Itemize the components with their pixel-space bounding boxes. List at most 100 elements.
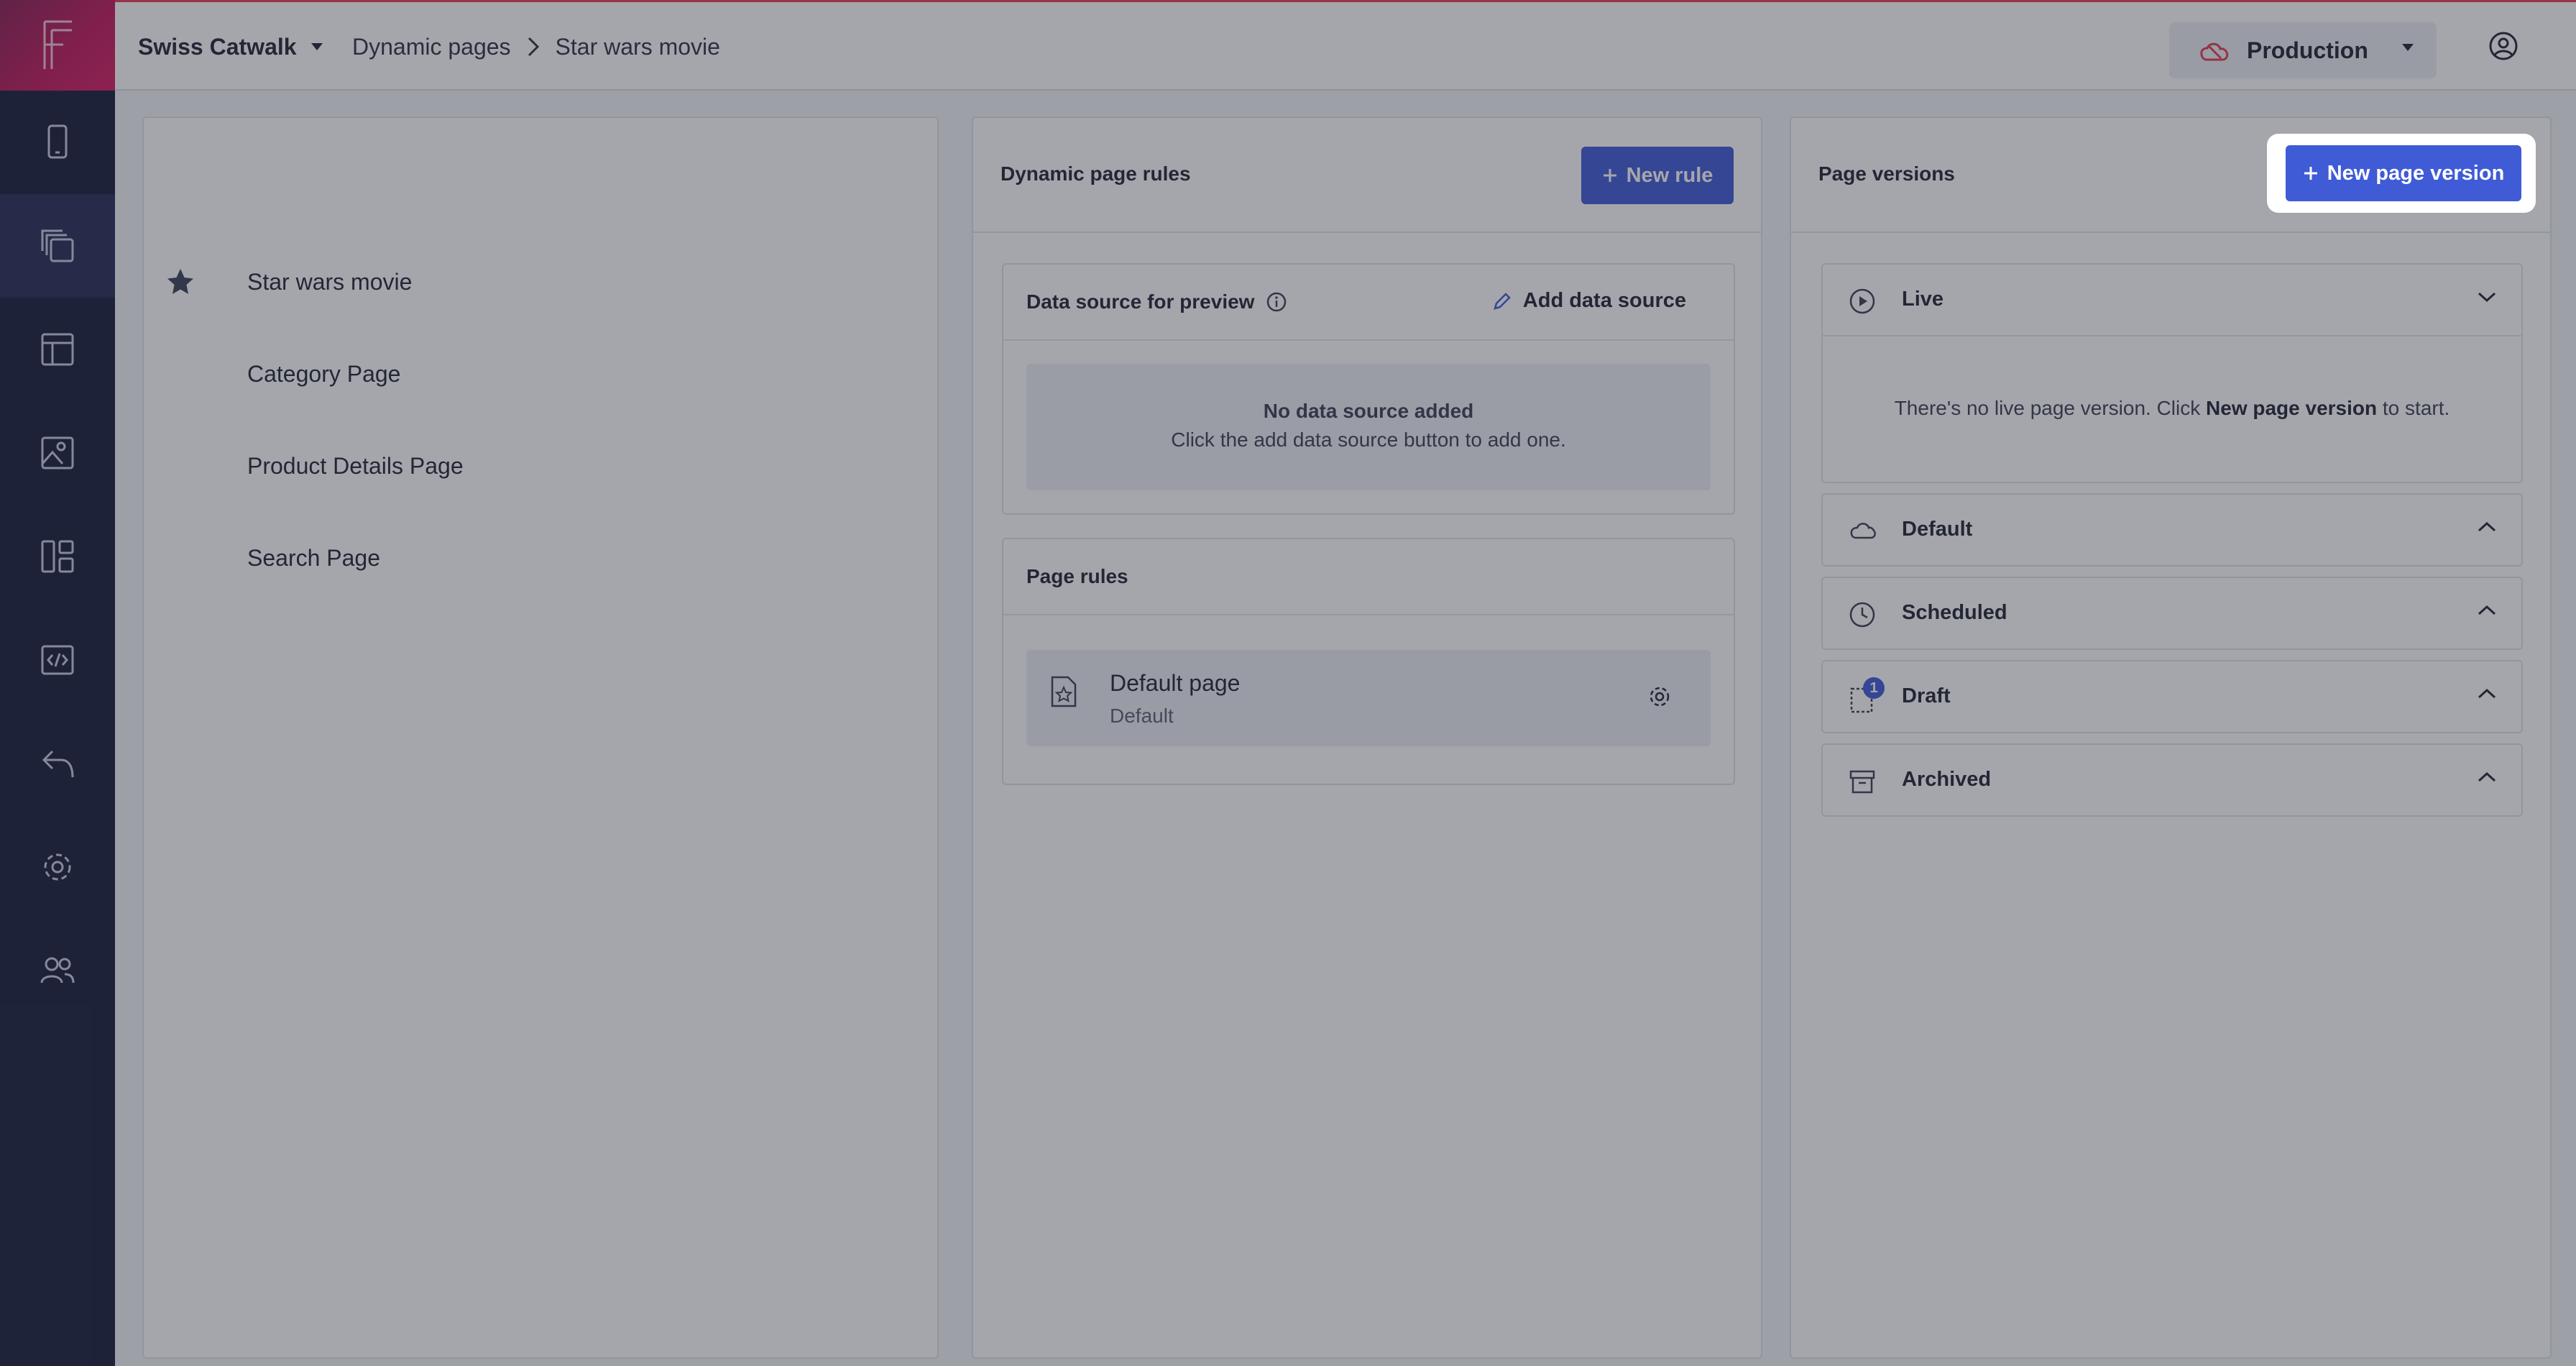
layout-icon	[41, 333, 74, 366]
new-page-version-button[interactable]: New page version	[2286, 145, 2521, 201]
page-rule-name: Default page	[1110, 670, 1241, 696]
undo-icon	[42, 750, 74, 778]
clock-icon	[1849, 602, 1875, 628]
pages-icon	[41, 229, 74, 262]
live-empty-suffix: to start.	[2377, 397, 2450, 419]
page-item-category[interactable]: Category Page	[144, 351, 937, 397]
empty-state-title: No data source added	[1263, 400, 1474, 422]
sidebar-item-code[interactable]	[0, 608, 115, 712]
logo-icon	[43, 20, 72, 69]
page-rules-header: Page rules	[1003, 539, 1734, 615]
play-circle-icon	[1849, 288, 1875, 314]
sidebar-item-mobile[interactable]	[0, 91, 115, 194]
workspace-switcher[interactable]: Swiss Catwalk	[138, 31, 324, 63]
version-group-default[interactable]: Default	[1821, 493, 2523, 567]
draft-count-badge: 1	[1863, 677, 1885, 699]
version-group-default-header: Default	[1823, 495, 2521, 565]
sidebar-item-media[interactable]	[0, 401, 115, 505]
live-empty-prefix: There's no live page version. Click	[1894, 397, 2207, 419]
version-group-archived[interactable]: Archived	[1821, 743, 2523, 817]
pages-panel: Star wars movie Category Page Product De…	[142, 116, 939, 1359]
info-icon[interactable]	[1266, 291, 1287, 313]
rules-panel: Dynamic page rules New rule Data source …	[972, 116, 1762, 1359]
live-empty-link: New page version	[2206, 397, 2378, 419]
sidebar-item-users[interactable]	[0, 919, 115, 1022]
data-source-card: Data source for preview Add data source …	[1002, 263, 1735, 515]
page-item-star-wars[interactable]: Star wars movie	[144, 259, 937, 305]
caret-down-icon	[310, 43, 323, 50]
version-group-live: Live There's no live page version. Click…	[1821, 263, 2523, 483]
archive-icon	[1849, 770, 1875, 794]
mobile-icon	[47, 124, 68, 159]
versions-panel-title: Page versions	[1818, 162, 1955, 185]
add-data-source-label: Add data source	[1522, 289, 1686, 312]
data-source-empty-state: No data source added Click the add data …	[1026, 364, 1711, 490]
page-rules-card: Page rules Default page Default	[1002, 538, 1735, 785]
image-icon	[41, 436, 74, 469]
rules-panel-header: Dynamic page rules New rule	[973, 118, 1761, 233]
live-empty-state: There's no live page version. Click New …	[1823, 335, 2521, 420]
user-menu[interactable]	[2488, 31, 2518, 61]
page-rules-title: Page rules	[1026, 565, 1128, 587]
page-item-label: Product Details Page	[247, 452, 464, 479]
chevron-down-icon	[2478, 292, 2496, 303]
empty-state-subtitle: Click the add data source button to add …	[1171, 428, 1566, 451]
page-item-label: Category Page	[247, 360, 401, 387]
pencil-icon	[1493, 292, 1511, 310]
page-rule-subtitle: Default	[1110, 705, 1174, 727]
users-icon	[40, 957, 75, 984]
new-page-version-label: New page version	[2327, 161, 2505, 185]
version-group-label: Archived	[1902, 768, 1992, 791]
sidebar-item-layouts[interactable]	[0, 298, 115, 401]
version-group-scheduled[interactable]: Scheduled	[1821, 577, 2523, 650]
version-group-archived-header: Archived	[1823, 745, 2521, 815]
app-logo[interactable]	[0, 0, 115, 91]
user-avatar-icon	[2489, 32, 2518, 60]
page-item-product-details[interactable]: Product Details Page	[144, 443, 937, 489]
add-data-source-button[interactable]: Add data source	[1491, 289, 1686, 313]
versions-panel: Page versions Live There's no live page …	[1790, 116, 2552, 1359]
chevron-up-icon	[2478, 771, 2496, 782]
new-rule-label: New rule	[1626, 163, 1714, 187]
plus-icon	[2304, 167, 2317, 180]
sidebar-item-undo[interactable]	[0, 712, 115, 815]
chevron-up-icon	[2478, 521, 2496, 532]
data-source-title: Data source for preview	[1026, 290, 1255, 313]
version-group-live-header[interactable]: Live	[1823, 265, 2521, 335]
new-rule-button[interactable]: New rule	[1581, 147, 1734, 204]
environment-selector[interactable]: Production	[2169, 22, 2437, 78]
rules-panel-title: Dynamic page rules	[1000, 162, 1191, 185]
settings-icon	[44, 853, 71, 881]
sidebar-item-components[interactable]	[0, 505, 115, 608]
file-star-icon	[1051, 676, 1077, 707]
gear-icon[interactable]	[1647, 684, 1672, 709]
version-group-draft[interactable]: 1 Draft	[1821, 660, 2523, 733]
components-icon	[41, 540, 74, 573]
page-rule-item[interactable]: Default page Default	[1026, 650, 1711, 746]
version-group-label: Live	[1902, 288, 1944, 311]
version-group-label: Draft	[1902, 684, 1951, 707]
breadcrumb-item-current: Star wars movie	[555, 33, 720, 60]
star-icon[interactable]	[165, 267, 196, 297]
sidebar	[0, 0, 115, 1366]
breadcrumb: Dynamic pages Star wars movie	[352, 31, 720, 63]
sidebar-item-settings[interactable]	[0, 815, 115, 919]
environment-label: Production	[2247, 37, 2368, 63]
page-item-label: Star wars movie	[247, 268, 413, 295]
breadcrumb-item-dynamic-pages[interactable]: Dynamic pages	[352, 34, 511, 60]
sidebar-item-pages[interactable]	[0, 194, 115, 298]
version-group-draft-header: 1 Draft	[1823, 661, 2521, 732]
caret-down-icon	[2402, 44, 2414, 51]
data-source-title-row: Data source for preview	[1026, 290, 1287, 313]
version-group-label: Scheduled	[1902, 601, 2007, 624]
code-icon	[41, 645, 74, 675]
page-item-search[interactable]: Search Page	[144, 535, 937, 581]
workspace-name: Swiss Catwalk	[138, 33, 297, 60]
version-group-label: Default	[1902, 518, 1973, 541]
data-source-header: Data source for preview Add data source	[1003, 265, 1734, 341]
top-header: Swiss Catwalk Dynamic pages Star wars mo…	[115, 0, 2576, 91]
cloud-icon	[1850, 523, 1876, 539]
page-item-label: Search Page	[247, 544, 381, 571]
plus-icon	[1603, 169, 1616, 182]
cloud-alert-icon	[2200, 42, 2229, 61]
